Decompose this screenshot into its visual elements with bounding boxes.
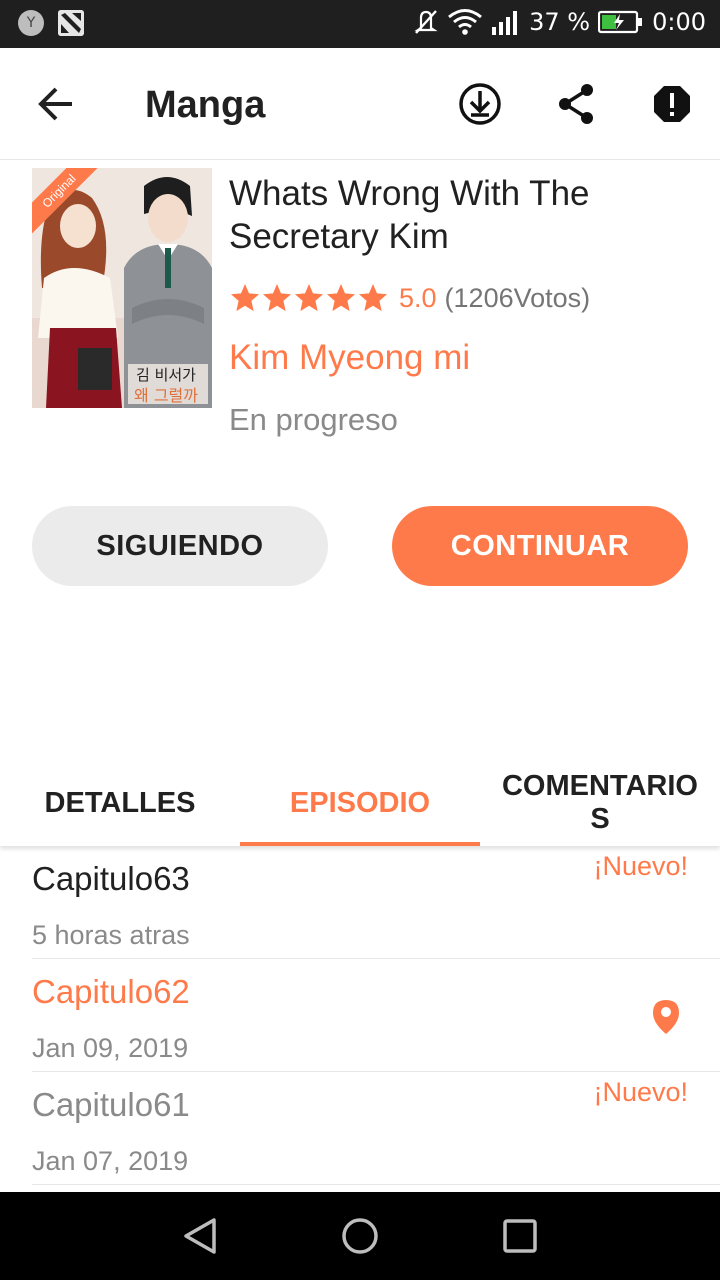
episode-name: Capitulo62 [32, 973, 190, 1010]
rating-votes: (1206Votos) [444, 282, 591, 313]
mute-icon [413, 8, 439, 36]
nav-home-button[interactable] [336, 1212, 384, 1260]
rating-stars [229, 282, 389, 314]
navigation-bar [0, 1192, 720, 1280]
battery-percent: 37 % [529, 8, 591, 36]
nav-back-icon [184, 1218, 216, 1254]
app-bar: Manga [0, 48, 720, 160]
episode-date: Jan 07, 2019 [32, 1146, 189, 1176]
notification-avatar-icon: Y [18, 10, 44, 36]
nav-recents-icon [503, 1219, 537, 1253]
tab-bar: DETALLES EPISODIO COMENTARIOS [0, 760, 720, 846]
manga-info: Whats Wrong With The Secretary Kim [229, 172, 699, 258]
download-icon [459, 83, 501, 125]
clock: 0:00 [652, 8, 706, 36]
episode-date: 5 horas atras [32, 920, 190, 950]
new-badge: ¡Nuevo! [593, 851, 688, 881]
back-arrow-icon [38, 87, 72, 121]
rating-value: 5.0 [399, 282, 437, 313]
star-icon [295, 284, 323, 312]
author-link[interactable]: Kim Myeong mi [229, 338, 470, 378]
episode-row[interactable]: Capitulo62 Jan 09, 2019 [0, 959, 720, 1072]
episode-row[interactable]: Capitulo63 5 horas atras ¡Nuevo! [0, 846, 720, 959]
star-icon [231, 284, 259, 312]
episode-list: Capitulo63 5 horas atras ¡Nuevo! Capitul… [0, 846, 720, 1185]
nav-back-button[interactable] [176, 1212, 224, 1260]
manga-title: Whats Wrong With The Secretary Kim [229, 174, 590, 256]
nav-home-icon [342, 1218, 378, 1254]
wifi-icon [447, 8, 483, 36]
battery-icon [598, 10, 644, 34]
tab-comments[interactable]: COMENTARIOS [480, 760, 720, 846]
star-icon [263, 284, 291, 312]
status-bar: Y 37 % 0:00 [0, 0, 720, 48]
page-title: Manga [145, 84, 266, 126]
episode-row[interactable]: Capitulo61 Jan 07, 2019 ¡Nuevo! [0, 1072, 720, 1185]
share-button[interactable] [552, 80, 600, 128]
location-pin-icon [653, 1000, 679, 1034]
app-notification-icon [58, 10, 84, 36]
cover-caption-1: 김 비서가 [136, 366, 196, 384]
manga-cover: 김 비서가 왜 그럴까 Original [32, 168, 212, 408]
back-button[interactable] [30, 82, 82, 126]
report-icon [654, 86, 690, 122]
continue-button[interactable]: CONTINUAR [392, 506, 688, 586]
nav-recents-button[interactable] [496, 1212, 544, 1260]
follow-button[interactable]: SIGUIENDO [32, 506, 328, 586]
tab-details[interactable]: DETALLES [0, 760, 240, 846]
episode-name: Capitulo61 [32, 1086, 190, 1123]
episode-name: Capitulo63 [32, 860, 190, 897]
star-icon [327, 284, 355, 312]
new-badge: ¡Nuevo! [593, 1077, 688, 1107]
publication-status: En progreso [229, 402, 398, 437]
episode-date: Jan 09, 2019 [32, 1033, 189, 1063]
star-icon [359, 284, 387, 312]
report-button[interactable] [648, 80, 696, 128]
rating: 5.0 (1206Votos) [229, 278, 590, 318]
tab-episodes[interactable]: EPISODIO [240, 760, 480, 846]
share-icon [559, 84, 593, 124]
signal-icon [491, 9, 521, 35]
download-button[interactable] [456, 80, 504, 128]
cover-caption-2: 왜 그럴까 [134, 386, 198, 405]
